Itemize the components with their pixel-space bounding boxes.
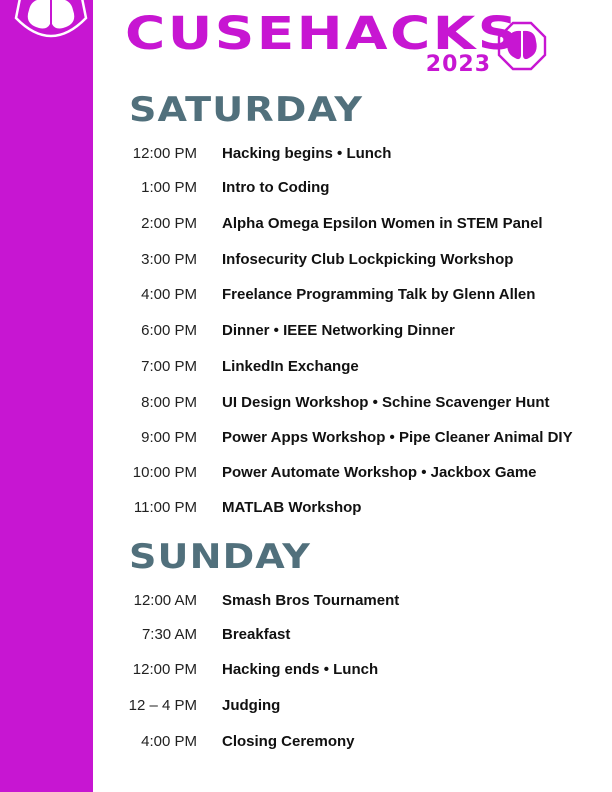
event-time: 7:00 PM: [141, 358, 197, 375]
schedule-row: 3:00 PM Infosecurity Club Lockpicking Wo…: [100, 249, 600, 271]
event-name: Breakfast: [222, 626, 291, 643]
event-name: Intro to Coding: [222, 179, 330, 196]
event-time: 4:00 PM: [141, 286, 197, 303]
schedule-row: 4:00 PM Freelance Programming Talk by Gl…: [100, 284, 600, 306]
schedule-row: 12:00 AM Smash Bros Tournament: [100, 590, 600, 612]
event-time: 12:00 PM: [132, 661, 197, 678]
event-name: Smash Bros Tournament: [222, 592, 400, 609]
event-name: Judging: [222, 697, 281, 714]
event-time: 10:00 PM: [132, 464, 197, 481]
event-name: UI Design Workshop • Schine Scavenger Hu…: [222, 394, 550, 411]
schedule-row: 7:30 AM Breakfast: [100, 624, 600, 646]
schedule-row: 12 – 4 PM Judging: [100, 695, 600, 717]
schedule-row: 4:00 PM Closing Ceremony: [100, 731, 600, 753]
event-name: Infosecurity Club Lockpicking Workshop: [222, 251, 514, 268]
saturday-heading: SATURDAY: [129, 90, 364, 130]
event-time: 3:00 PM: [141, 251, 197, 268]
event-name: Power Automate Workshop • Jackbox Game: [222, 464, 537, 481]
sidebar-band: [0, 0, 93, 792]
event-time: 12 – 4 PM: [128, 697, 197, 714]
event-name: Hacking ends • Lunch: [222, 661, 379, 678]
schedule-row: 2:00 PM Alpha Omega Epsilon Women in STE…: [100, 213, 600, 235]
schedule-row: 6:00 PM Dinner • IEEE Networking Dinner: [100, 320, 600, 342]
event-name: Freelance Programming Talk by Glenn Alle…: [222, 286, 536, 303]
schedule-row: 7:00 PM LinkedIn Exchange: [100, 356, 600, 378]
schedule-row: 9:00 PM Power Apps Workshop • Pipe Clean…: [100, 427, 600, 449]
event-time: 2:00 PM: [141, 215, 197, 232]
event-name: Alpha Omega Epsilon Women in STEM Panel: [222, 215, 543, 232]
schedule-row: 12:00 PM Hacking ends • Lunch: [100, 659, 600, 681]
event-time: 8:00 PM: [141, 394, 197, 411]
event-time: 11:00 PM: [133, 499, 197, 516]
schedule-row: 8:00 PM UI Design Workshop • Schine Scav…: [100, 392, 600, 414]
schedule-row: 10:00 PM Power Automate Workshop • Jackb…: [100, 462, 600, 484]
event-time: 4:00 PM: [141, 733, 197, 750]
event-name: LinkedIn Exchange: [222, 358, 359, 375]
schedule-row: 1:00 PM Intro to Coding: [100, 177, 600, 199]
schedule-row: 11:00 PM MATLAB Workshop: [100, 497, 600, 519]
event-time: 12:00 PM: [132, 145, 197, 162]
event-name: Power Apps Workshop • Pipe Cleaner Anima…: [222, 429, 573, 446]
event-name: Closing Ceremony: [222, 733, 355, 750]
event-name: Dinner • IEEE Networking Dinner: [222, 322, 455, 339]
event-name: MATLAB Workshop: [222, 499, 362, 516]
event-time: 12:00 AM: [133, 592, 197, 609]
sunday-heading: SUNDAY: [129, 537, 311, 577]
event-time: 1:00 PM: [141, 179, 197, 196]
brain-logo-icon: [497, 21, 547, 71]
event-time: 7:30 AM: [141, 626, 197, 643]
event-time: 6:00 PM: [141, 322, 197, 339]
event-name: Hacking begins • Lunch: [222, 145, 392, 162]
event-year: 2023: [425, 52, 491, 77]
brain-logo-icon: [14, 0, 88, 38]
event-time: 9:00 PM: [141, 429, 197, 446]
schedule-row: 12:00 PM Hacking begins • Lunch: [100, 143, 600, 165]
